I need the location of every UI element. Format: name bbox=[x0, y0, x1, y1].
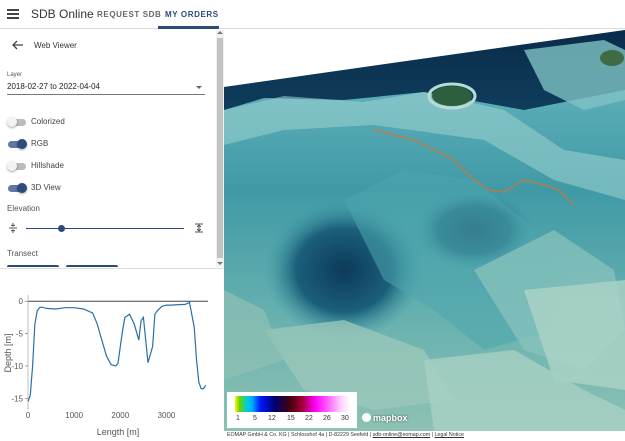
mapbox-logo-icon bbox=[362, 413, 371, 422]
transect-draw-button[interactable] bbox=[7, 265, 59, 267]
y-tick-label: -5 bbox=[16, 330, 24, 339]
legend-value: 5 bbox=[253, 415, 257, 422]
legend-value: 22 bbox=[305, 415, 313, 422]
legend-value: 1 bbox=[236, 415, 240, 422]
x-tick-label: 0 bbox=[26, 411, 31, 420]
attribution-text: EOMAP GmbH & Co. KG | Schlosshof 4a | D-… bbox=[227, 432, 372, 438]
back-arrow-icon[interactable] bbox=[12, 40, 24, 50]
panel-title: Web Viewer bbox=[34, 41, 77, 50]
bathymetry-terrain[interactable] bbox=[224, 30, 625, 431]
scroll-up-icon[interactable] bbox=[217, 31, 223, 34]
active-tab-indicator bbox=[158, 26, 219, 29]
panel-scrollbar-thumb[interactable] bbox=[217, 38, 223, 258]
y-axis-title: Depth [m] bbox=[3, 333, 13, 372]
y-tick-label: -15 bbox=[11, 394, 23, 403]
colorized-toggle[interactable] bbox=[7, 117, 26, 127]
rgb-toggle-label: RGB bbox=[31, 139, 49, 148]
elevation-decrease-icon[interactable] bbox=[8, 223, 18, 233]
3d-view-toggle[interactable] bbox=[8, 183, 27, 193]
x-tick-label: 3000 bbox=[158, 411, 176, 420]
depth-profile-svg: 0-5-10-150 1000 2000 3000Length [m]Depth [m… bbox=[3, 295, 208, 437]
layer-select[interactable]: 2018-02-27 to 2022-04-04 bbox=[7, 82, 100, 91]
top-app-bar: SDB Online REQUEST SDB MY ORDERS bbox=[0, 0, 625, 29]
elevation-label: Elevation bbox=[7, 204, 40, 213]
x-tick-label: 2000 bbox=[111, 411, 129, 420]
attribution-email-link[interactable]: sdb-online@eomap.com bbox=[373, 432, 431, 438]
side-panel: Web Viewer Layer 2018-02-27 to 2022-04-0… bbox=[0, 30, 216, 267]
hillshade-toggle[interactable] bbox=[7, 161, 26, 171]
elevation-slider-thumb[interactable] bbox=[58, 225, 65, 232]
legend-value: 12 bbox=[268, 415, 276, 422]
legal-notice-link[interactable]: Legal Notice bbox=[434, 432, 463, 438]
tab-request-sdb[interactable]: REQUEST SDB bbox=[97, 10, 161, 19]
x-axis-title: Length [m] bbox=[97, 427, 140, 437]
layer-select-underline bbox=[7, 94, 205, 95]
hillshade-toggle-label: Hillshade bbox=[31, 161, 64, 170]
map-3d-view[interactable] bbox=[224, 30, 625, 431]
rgb-toggle[interactable] bbox=[8, 139, 27, 149]
3d-view-toggle-label: 3D View bbox=[31, 183, 61, 192]
legend-value: 30 bbox=[341, 415, 349, 422]
x-tick-label: 1000 bbox=[65, 411, 83, 420]
legend-value: 15 bbox=[287, 415, 295, 422]
elevation-increase-icon[interactable] bbox=[194, 223, 204, 233]
depth-profile-line bbox=[27, 301, 207, 402]
tab-my-orders[interactable]: MY ORDERS bbox=[165, 10, 219, 19]
menu-icon[interactable] bbox=[7, 9, 19, 19]
scroll-down-icon[interactable] bbox=[217, 262, 223, 265]
depth-profile-chart: 0 -5 -10 -15 0 1000 2000 3000 Length [m] Depth [m… bbox=[0, 269, 224, 441]
transect-label: Transect bbox=[7, 249, 38, 258]
transect-clear-button[interactable] bbox=[66, 265, 118, 267]
dropdown-caret-icon[interactable] bbox=[196, 86, 202, 89]
mapbox-logo-text: mapbox bbox=[373, 413, 408, 423]
legend-value: 26 bbox=[323, 415, 331, 422]
app-title: SDB Online bbox=[31, 7, 94, 21]
y-tick-label: -10 bbox=[11, 362, 23, 371]
mapbox-logo[interactable]: mapbox bbox=[362, 413, 408, 423]
panel-header: Web Viewer bbox=[0, 30, 216, 60]
map-attribution-footer: EOMAP GmbH & Co. KG | Schlosshof 4a | D-… bbox=[224, 431, 625, 441]
depth-color-legend: 1 5 12 15 22 26 30 bbox=[227, 392, 357, 428]
colorized-toggle-label: Colorized bbox=[31, 117, 65, 126]
layer-select-label: Layer bbox=[7, 72, 23, 78]
legend-color-bar bbox=[235, 396, 350, 412]
elevation-slider-track[interactable] bbox=[26, 228, 184, 229]
y-tick-label: 0 bbox=[19, 297, 24, 306]
